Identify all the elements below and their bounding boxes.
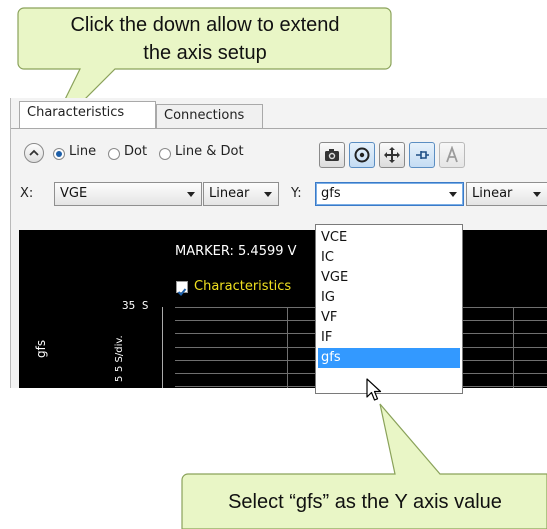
radio-line-dot[interactable] — [159, 148, 171, 160]
tab-characteristics[interactable]: Characteristics — [19, 101, 156, 129]
top-callout-line1: Click the down allow to extend — [70, 14, 340, 36]
chevron-up-icon — [29, 149, 39, 156]
x-axis-label: X: — [20, 186, 34, 201]
top-callout-line2: the axis setup — [143, 42, 267, 64]
dropdown-option-vf[interactable]: VF — [318, 308, 460, 328]
chevron-down-icon — [264, 192, 272, 197]
pin-button[interactable] — [409, 142, 435, 168]
grid-column — [287, 307, 288, 388]
y-top-tick: 35 S — [122, 299, 149, 312]
dropdown-option-ic[interactable]: IC — [318, 248, 460, 268]
radio-line-dot-label: Line & Dot — [175, 144, 244, 159]
y-axis-dropdown-list: VCE IC VGE IG VF IF gfs — [315, 224, 463, 394]
mouse-cursor-icon — [366, 378, 382, 401]
tab-connections[interactable]: Connections — [156, 104, 263, 128]
x-scale-select[interactable]: Linear — [203, 182, 279, 206]
chevron-down-icon — [533, 192, 541, 197]
chevron-down-icon — [187, 192, 195, 197]
y-scale-value: Linear — [472, 186, 513, 201]
marker-readout: MARKER: 5.4599 V — [175, 244, 297, 259]
pan-button[interactable] — [379, 142, 405, 168]
text-a-icon — [446, 146, 458, 163]
dropdown-option-vge[interactable]: VGE — [318, 268, 460, 288]
tab-strip: Characteristics Connections — [11, 98, 547, 129]
grid-column — [513, 307, 514, 388]
text-button[interactable] — [439, 142, 465, 168]
y-axis-title: gfs — [34, 339, 48, 358]
bottom-callout-text: Select “gfs” as the Y axis value — [228, 491, 502, 513]
pin-icon — [416, 151, 429, 159]
chevron-down-icon — [449, 192, 457, 197]
x-axis-value: VGE — [60, 186, 88, 201]
y-bottom-tick: 5 — [114, 375, 125, 382]
radio-line[interactable] — [53, 148, 65, 160]
expand-axis-setup-button[interactable] — [24, 143, 44, 163]
camera-icon — [325, 149, 339, 161]
legend-checkbox[interactable] — [176, 281, 188, 296]
move-arrows-icon — [384, 147, 400, 163]
radio-line-label: Line — [69, 144, 97, 159]
marker-button[interactable] — [349, 142, 375, 168]
dropdown-option-ig[interactable]: IG — [318, 288, 460, 308]
radio-dot[interactable] — [108, 148, 120, 160]
dropdown-option-gfs[interactable]: gfs — [318, 348, 460, 368]
y-axis-ticks — [162, 307, 176, 388]
checkmark-icon — [177, 288, 187, 296]
screenshot-button[interactable] — [319, 142, 345, 168]
radio-dot-label: Dot — [124, 144, 148, 159]
y-scale-select[interactable]: Linear — [466, 182, 547, 206]
marker-target-icon — [354, 147, 370, 163]
y-axis-select[interactable]: gfs — [315, 182, 464, 206]
legend-label: Characteristics — [194, 279, 292, 294]
tab-divider — [11, 128, 547, 129]
x-axis-select[interactable]: VGE — [54, 182, 202, 206]
plot-style-toolbar: Line Dot Line & Dot — [11, 138, 547, 172]
y-axis-label: Y: — [291, 186, 302, 201]
x-scale-value: Linear — [209, 186, 250, 201]
dropdown-option-if[interactable]: IF — [318, 328, 460, 348]
y-division-label: 5 S/div. — [114, 335, 125, 372]
y-axis-value: gfs — [321, 186, 341, 201]
axis-setup-row: X: VGE Linear Y: gfs Linear — [11, 180, 547, 210]
dropdown-option-vce[interactable]: VCE — [318, 228, 460, 248]
